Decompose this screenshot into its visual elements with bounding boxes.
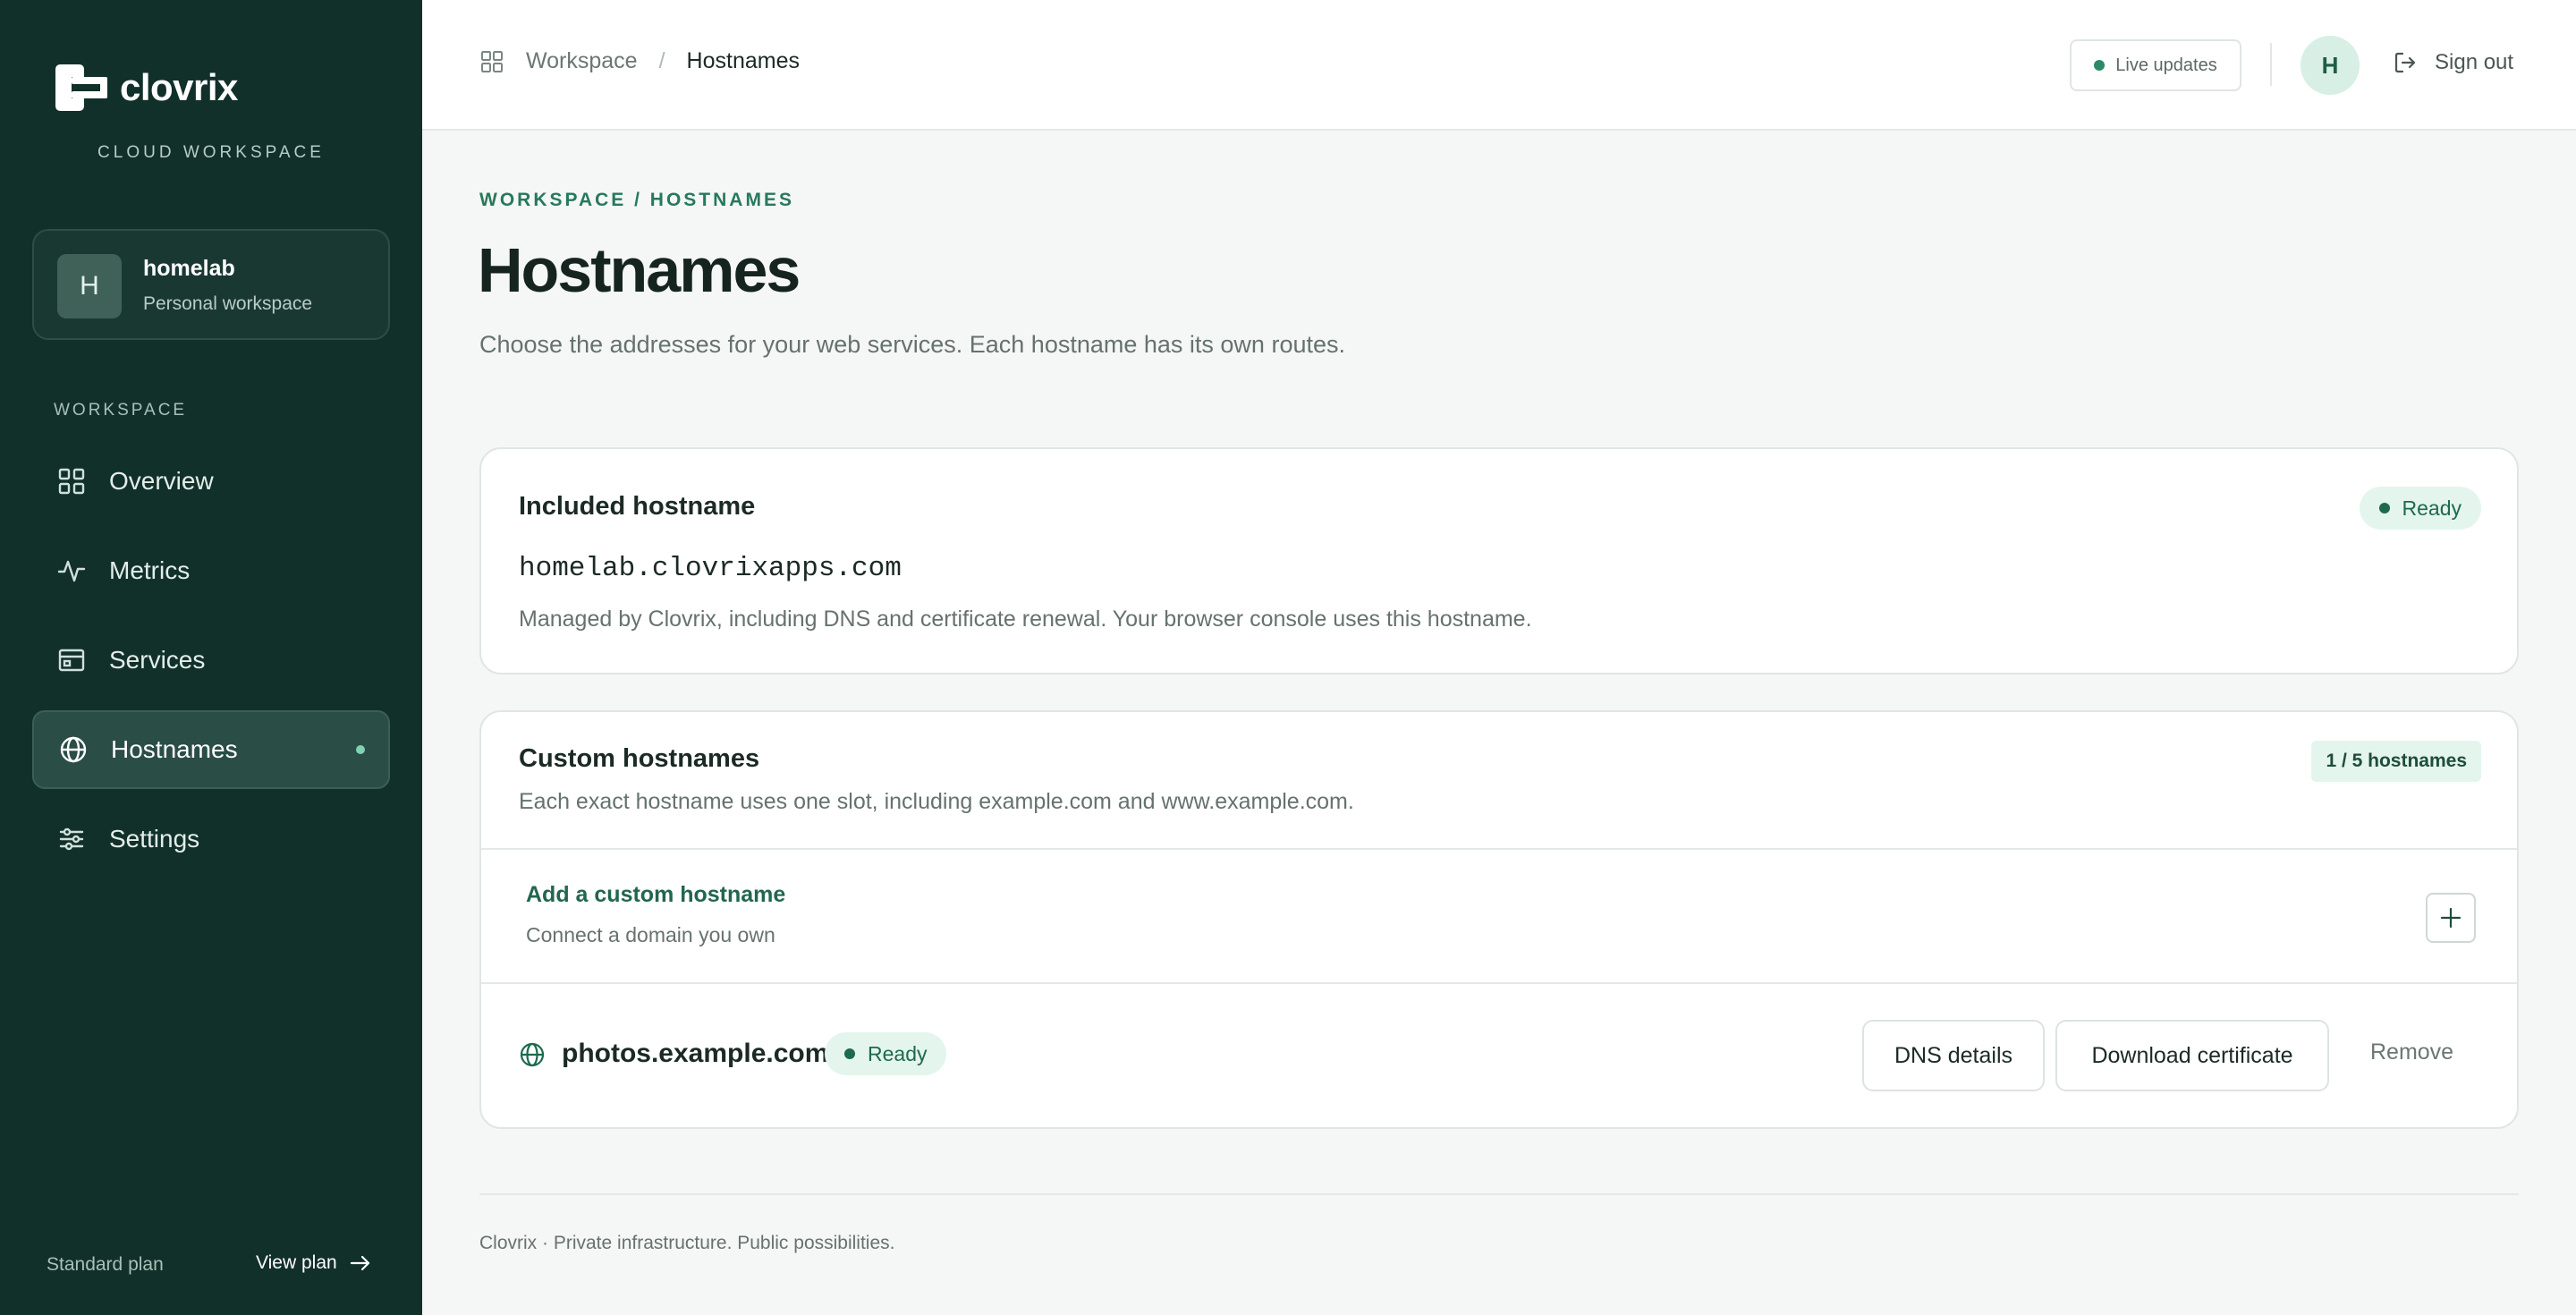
live-updates-button[interactable]: Live updates	[2070, 39, 2241, 91]
sign-out-label: Sign out	[2435, 50, 2514, 74]
brand[interactable]: clovrix	[52, 61, 238, 115]
sidebar-item-label: Settings	[109, 825, 200, 853]
sidebar-item-overview[interactable]: Overview	[32, 442, 390, 521]
view-plan-label: View plan	[256, 1252, 337, 1273]
brand-name: clovrix	[120, 66, 238, 108]
sliders-icon	[59, 827, 84, 851]
plus-icon	[2440, 907, 2462, 929]
custom-hostnames-card: Custom hostnames 1 / 5 hostnames Each ex…	[479, 710, 2519, 1129]
view-plan-link[interactable]: View plan	[256, 1252, 371, 1274]
sidebar-item-settings[interactable]: Settings	[32, 800, 390, 878]
download-certificate-button[interactable]: Download certificate	[2055, 1020, 2329, 1091]
footer-text: Clovrix · Private infrastructure. Public…	[479, 1233, 895, 1253]
sidebar-item-label: Metrics	[109, 556, 191, 584]
live-updates-label: Live updates	[2115, 55, 2217, 75]
workspace-avatar: H	[57, 254, 122, 318]
active-indicator-dot	[356, 745, 365, 754]
dns-details-button[interactable]: DNS details	[1862, 1020, 2045, 1091]
divider	[481, 848, 2517, 850]
custom-hostname-name: photos.example.com	[562, 1039, 829, 1068]
workspace-name: homelab	[143, 256, 235, 281]
sign-out-button[interactable]: Sign out	[2394, 50, 2513, 75]
page-subtitle: Choose the addresses for your web servic…	[479, 331, 1345, 358]
brand-subtitle: CLOUD WORKSPACE	[97, 143, 325, 162]
live-status-dot	[2094, 60, 2106, 71]
included-hostname-card: Included hostname Ready homelab.clovrixa…	[479, 447, 2519, 674]
status-dot	[844, 1048, 855, 1059]
workspace-switcher[interactable]: H homelab Personal workspace	[32, 229, 390, 340]
arrow-right-icon	[350, 1255, 369, 1271]
top-header: Workspace / Hostnames Live updates H Sig…	[422, 0, 2576, 131]
included-hostname-value: homelab.clovrixapps.com	[519, 553, 902, 584]
sidebar-section-label: WORKSPACE	[54, 401, 188, 420]
status-label: Ready	[2402, 496, 2462, 520]
page-title: Hostnames	[478, 235, 801, 305]
footer-divider	[479, 1193, 2519, 1195]
add-custom-hostname-description: Connect a domain you own	[526, 923, 775, 946]
header-divider	[2270, 43, 2272, 86]
divider	[481, 982, 2517, 984]
status-label: Ready	[868, 1041, 928, 1065]
sidebar-item-metrics[interactable]: Metrics	[32, 531, 390, 610]
breadcrumb-separator: /	[658, 48, 665, 73]
custom-hostnames-title: Custom hostnames	[519, 744, 760, 773]
workspace-description: Personal workspace	[143, 293, 313, 314]
add-custom-hostname-link[interactable]: Add a custom hostname	[526, 882, 785, 908]
add-hostname-button[interactable]	[2426, 893, 2476, 943]
breadcrumb-current: Hostnames	[686, 48, 800, 73]
sidebar-item-services[interactable]: Services	[32, 621, 390, 700]
window-icon	[58, 649, 85, 672]
included-hostname-description: Managed by Clovrix, including DNS and ce…	[519, 607, 1532, 632]
status-badge: Ready	[2359, 487, 2481, 530]
breadcrumb-workspace-link[interactable]: Workspace	[526, 48, 638, 74]
grid-icon	[481, 50, 503, 72]
sidebar-item-label: Hostnames	[111, 735, 238, 763]
remove-hostname-button[interactable]: Remove	[2370, 1039, 2453, 1065]
included-hostname-title: Included hostname	[519, 492, 756, 521]
activity-icon	[57, 560, 86, 582]
clovrix-logo-icon	[55, 64, 107, 111]
sidebar-item-hostnames[interactable]: Hostnames	[32, 710, 390, 789]
breadcrumb: Workspace / Hostnames	[479, 48, 800, 74]
plan-label: Standard plan	[47, 1254, 164, 1275]
hostname-count-badge: 1 / 5 hostnames	[2311, 741, 2481, 782]
status-dot	[2378, 503, 2390, 513]
globe-icon	[60, 736, 87, 763]
page-eyebrow: WORKSPACE / HOSTNAMES	[479, 190, 794, 210]
status-badge: Ready	[825, 1032, 947, 1075]
user-avatar[interactable]: H	[2301, 36, 2360, 95]
sidebar-item-label: Overview	[109, 467, 214, 495]
sign-out-icon	[2394, 52, 2416, 73]
globe-icon	[520, 1042, 545, 1067]
custom-hostnames-description: Each exact hostname uses one slot, inclu…	[519, 789, 1354, 814]
sidebar: clovrix CLOUD WORKSPACE H homelab Person…	[0, 0, 422, 1315]
grid-icon	[58, 468, 85, 495]
sidebar-item-label: Services	[109, 646, 206, 674]
